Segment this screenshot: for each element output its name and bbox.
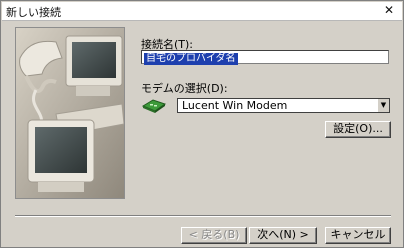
chevron-down-icon[interactable]: ▼ — [377, 99, 389, 112]
title-bar: 新しい接続 ✕ — [2, 2, 402, 21]
modem-select-value: Lucent Win Modem — [182, 99, 288, 112]
settings-button[interactable]: 設定(O)... — [325, 121, 391, 138]
connection-name-value: 自宅のプロバイダ名 — [144, 53, 238, 65]
next-button[interactable]: 次へ(N) > — [249, 227, 317, 244]
separator — [15, 215, 391, 217]
computer-phone-illustration — [15, 27, 125, 199]
modem-select[interactable]: Lucent Win Modem ▼ — [177, 98, 390, 113]
modem-select-label: モデムの選択(D): — [141, 82, 228, 95]
back-button[interactable]: < 戻る(B) — [181, 227, 247, 244]
cancel-button[interactable]: キャンセル — [325, 227, 391, 244]
connection-name-input[interactable]: 自宅のプロバイダ名 — [141, 50, 389, 65]
modem-icon — [141, 98, 167, 117]
close-icon[interactable]: ✕ — [382, 3, 396, 17]
new-connection-dialog: 新しい接続 ✕ 接続名(T): 自宅のプロバイダ名 モデムの選択(D): Luc… — [0, 0, 404, 248]
window-title: 新しい接続 — [6, 6, 61, 19]
